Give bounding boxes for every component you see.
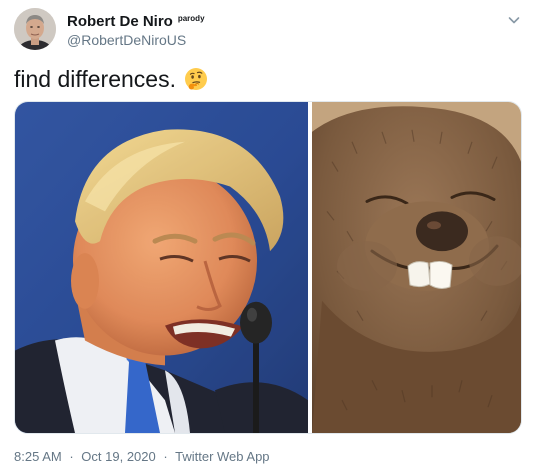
author-name-row[interactable]: Robert De Niro parody (67, 13, 205, 31)
profile-photo-icon (14, 8, 56, 50)
author-display-name[interactable]: Robert De Niro (67, 13, 173, 31)
tweet-date-link[interactable]: Oct 19, 2020 (81, 449, 155, 464)
tweet-time-link[interactable]: 8:25 AM (14, 449, 62, 464)
tweet-meta: 8:25 AM · Oct 19, 2020 · Twitter Web App (14, 448, 270, 466)
photo-right[interactable] (312, 102, 521, 433)
photo-left[interactable] (15, 102, 308, 433)
author-handle[interactable]: @RobertDeNiroUS (67, 31, 186, 49)
meta-separator: · (163, 449, 168, 464)
more-options-button[interactable] (506, 12, 522, 28)
parody-label: parody (177, 14, 205, 23)
tweet-text-content: find differences. (14, 66, 176, 92)
chevron-down-icon (508, 17, 520, 24)
tweet-text: find differences. (14, 64, 208, 94)
tweet-media[interactable] (14, 101, 522, 434)
thinking-face-emoji-icon (184, 67, 208, 91)
photo-man-grimacing-icon (15, 102, 308, 433)
tweet-source-link[interactable]: Twitter Web App (175, 449, 269, 464)
tweet-card: Robert De Niro parody @RobertDeNiroUS fi… (0, 0, 534, 472)
photo-beaver-smiling-icon (312, 102, 521, 433)
meta-separator: · (69, 449, 74, 464)
avatar[interactable] (14, 8, 56, 50)
